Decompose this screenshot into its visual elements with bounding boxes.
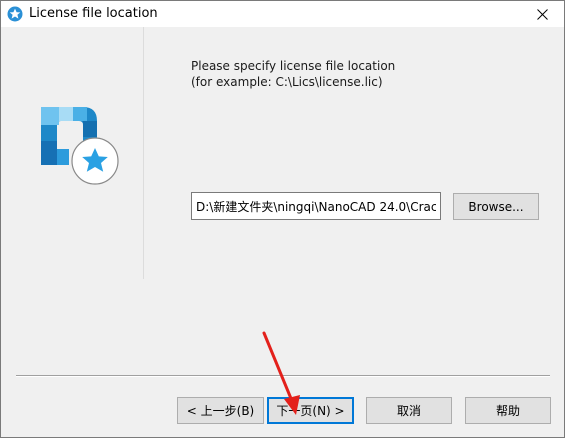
help-button[interactable]: 帮助 bbox=[465, 397, 551, 424]
instruction-line-1: Please specify license file location bbox=[191, 59, 396, 73]
logo-panel bbox=[1, 27, 143, 279]
star-badge-icon bbox=[7, 6, 23, 22]
footer-divider bbox=[16, 375, 550, 377]
back-button[interactable]: < 上一步(B) bbox=[177, 397, 264, 424]
license-dialog: License file location Please specify lic… bbox=[0, 0, 565, 438]
panel-divider bbox=[143, 27, 144, 279]
close-icon bbox=[536, 8, 548, 20]
window-title: License file location bbox=[29, 6, 158, 21]
browse-button[interactable]: Browse... bbox=[453, 193, 539, 220]
nanocad-logo-icon bbox=[41, 107, 119, 185]
close-button[interactable] bbox=[520, 1, 564, 27]
title-bar: License file location bbox=[1, 1, 564, 28]
instruction-line-2: (for example: C:\Lics\license.lic) bbox=[191, 75, 383, 89]
license-path-input[interactable] bbox=[191, 192, 441, 220]
dialog-client-area: Please specify license file location (fo… bbox=[1, 27, 564, 437]
cancel-button[interactable]: 取消 bbox=[366, 397, 452, 424]
instructions: Please specify license file location (fo… bbox=[191, 58, 395, 90]
next-button[interactable]: 下一页(N) > bbox=[267, 397, 354, 424]
